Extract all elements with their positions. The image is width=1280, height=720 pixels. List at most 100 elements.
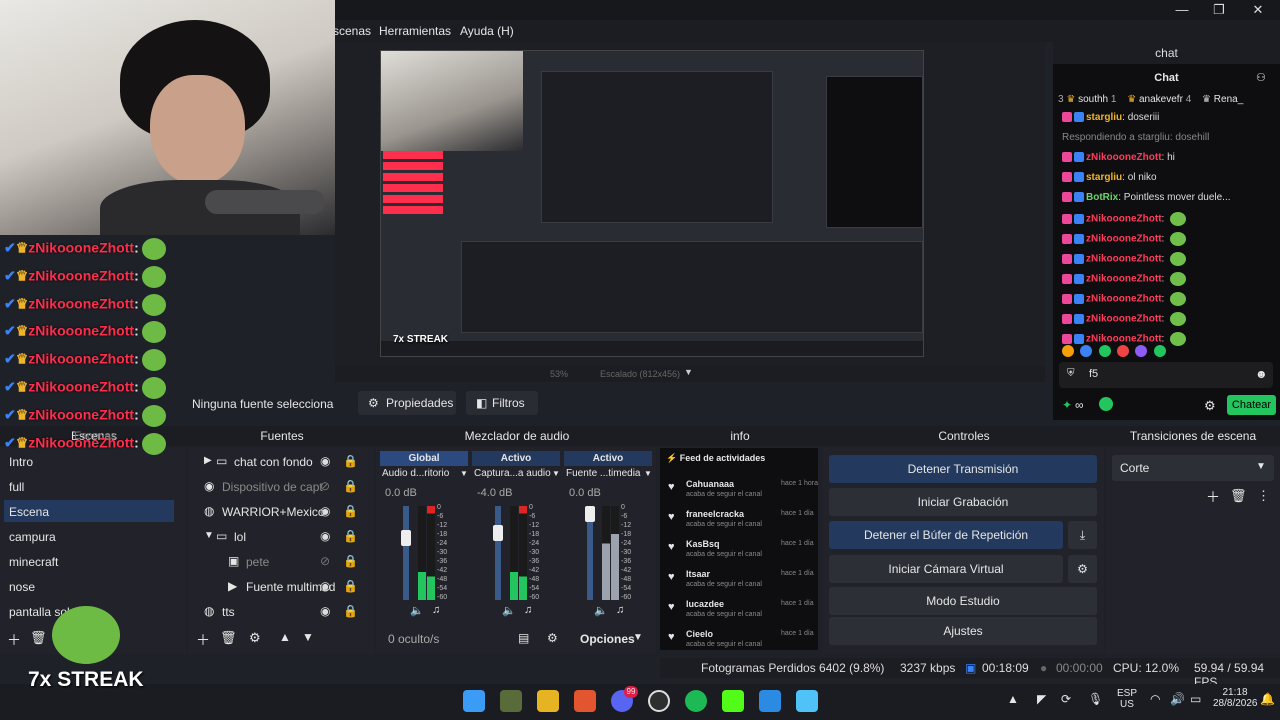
refresh-icon[interactable]: ⟳ — [1061, 692, 1071, 706]
start-record-button[interactable]: Iniciar Grabación — [829, 488, 1097, 516]
add-scene-button[interactable]: ＋ — [7, 630, 21, 650]
clock[interactable]: 21:18 28/8/2026 — [1213, 687, 1258, 709]
speaker-icon[interactable]: 🔈 — [502, 604, 516, 617]
lock-icon[interactable]: 🔒 — [343, 529, 358, 543]
source-item[interactable]: ◉ Dispositivo de capt ⊘ 🔒 — [196, 478, 361, 500]
mixer-channel-name[interactable]: Fuente ...timedia — [566, 468, 640, 479]
maximize-button[interactable]: ❐ — [1209, 2, 1229, 18]
microphone-icon[interactable]: 🎙 — [1088, 692, 1103, 706]
studio-mode-button[interactable]: Modo Estudio — [829, 587, 1097, 615]
expand-icon[interactable]: ▶ — [204, 455, 212, 466]
windows-start-icon[interactable] — [463, 690, 485, 712]
app-icon[interactable] — [759, 690, 781, 712]
volume-icon[interactable]: 🔊 — [1170, 692, 1185, 706]
lock-icon[interactable]: 🔒 — [343, 454, 358, 468]
settings-gear-icon[interactable]: ⚙ — [1204, 398, 1216, 414]
stop-replay-buffer-button[interactable]: Detener el Búfer de Repetición — [829, 521, 1063, 549]
volume-slider-handle[interactable] — [585, 506, 595, 522]
visibility-icon[interactable]: ◉ — [320, 604, 330, 618]
spotify-icon[interactable] — [685, 690, 707, 712]
visibility-icon[interactable]: ◉ — [320, 529, 330, 543]
delete-transition-icon[interactable]: 🗑 — [1230, 488, 1247, 504]
mixer-layout-icon[interactable]: ▤ — [518, 631, 529, 645]
speaker-icon[interactable]: 🔈 — [410, 604, 424, 617]
chat-send-button[interactable]: Chatear — [1227, 395, 1276, 415]
more-options-icon[interactable]: ⋮ — [1257, 488, 1270, 504]
speaker-icon[interactable]: 🔈 — [594, 604, 608, 617]
obs-icon[interactable] — [648, 690, 670, 712]
lock-icon[interactable]: 🔒 — [343, 479, 358, 493]
source-item[interactable]: ▣ pete ⊘ 🔒 — [196, 553, 361, 575]
move-up-icon[interactable]: ▲ — [279, 630, 291, 644]
visibility-icon[interactable]: ◉ — [320, 579, 330, 593]
source-item[interactable]: ▶ ▭ chat con fondo ◉ 🔒 — [196, 453, 361, 475]
headphones-icon[interactable]: ♫ — [616, 604, 624, 616]
properties-button[interactable]: ⚙ Propiedades — [358, 391, 456, 415]
save-replay-icon[interactable]: ⤓ — [1068, 521, 1097, 549]
tray-chevron-up-icon[interactable]: ▲ — [1007, 692, 1019, 706]
prediction-icon[interactable] — [1099, 397, 1113, 411]
language-indicator[interactable]: ESP US — [1117, 688, 1137, 710]
mixer-channel-name[interactable]: Captura...a audio — [474, 468, 551, 479]
filters-button[interactable]: ◧ Filtros — [466, 391, 538, 415]
source-item[interactable]: ◍ WARRIOR+Mexico ◉ 🔒 — [196, 503, 361, 525]
mixer-channel-name[interactable]: Audio d...ritorio — [382, 468, 449, 479]
users-icon[interactable]: ⚇ — [1256, 71, 1266, 84]
stream-preview[interactable]: 7x STREAK — [380, 50, 924, 357]
delete-scene-icon[interactable]: 🗑 — [30, 630, 47, 646]
app-icon[interactable] — [796, 690, 818, 712]
volume-slider-track[interactable] — [403, 506, 409, 600]
wifi-icon[interactable]: ◠ — [1150, 692, 1160, 706]
lock-icon[interactable]: 🔒 — [343, 604, 358, 618]
points-icon[interactable]: ✦ — [1062, 398, 1072, 412]
virtual-camera-settings-icon[interactable]: ⚙ — [1068, 555, 1097, 583]
settings-button[interactable]: Ajustes — [829, 617, 1097, 645]
menu-help[interactable]: Ayuda (H) — [460, 24, 514, 38]
volume-slider-handle[interactable] — [401, 529, 411, 546]
chat-input[interactable]: ⛨ f5 ☻ — [1059, 362, 1273, 388]
delete-source-icon[interactable]: 🗑 — [220, 630, 237, 646]
scene-item[interactable]: nose — [9, 580, 35, 594]
close-button[interactable]: ✕ — [1248, 2, 1268, 18]
menu-scenes[interactable]: scenas — [333, 24, 371, 38]
start-virtual-camera-button[interactable]: Iniciar Cámara Virtual — [829, 555, 1063, 583]
menu-tools[interactable]: Herramientas — [379, 24, 451, 38]
mixer-tab[interactable]: Activo — [472, 451, 560, 466]
source-item[interactable]: ▶ Fuente multimed ◉ 🔒 — [196, 578, 361, 600]
mixer-advanced-icon[interactable]: ⚙ — [547, 631, 558, 645]
visibility-icon[interactable]: ⊘ — [320, 554, 330, 568]
add-source-button[interactable]: ＋ — [196, 630, 210, 650]
lock-icon[interactable]: 🔒 — [343, 504, 358, 518]
lock-icon[interactable]: 🔒 — [343, 554, 358, 568]
minimize-button[interactable]: — — [1172, 2, 1192, 17]
volume-slider-handle[interactable] — [493, 524, 503, 541]
source-item[interactable]: ▼ ▭ lol ◉ 🔒 — [196, 528, 361, 550]
scene-item[interactable]: Escena — [9, 505, 49, 519]
notification-bell-icon[interactable]: 🔔 — [1260, 692, 1275, 706]
visibility-icon[interactable]: ◉ — [320, 454, 330, 468]
scene-item[interactable]: full — [9, 480, 24, 494]
expand-icon[interactable]: ▼ — [204, 530, 214, 541]
lock-icon[interactable]: 🔒 — [343, 579, 358, 593]
battery-icon[interactable]: ▭ — [1190, 692, 1201, 706]
emoji-icon[interactable]: ☻ — [1255, 367, 1268, 381]
tray-app-icon[interactable]: ◤ — [1037, 692, 1046, 706]
scene-item[interactable]: Intro — [9, 455, 33, 469]
mixer-tab[interactable]: Activo — [564, 451, 652, 466]
scale-dropdown-icon[interactable]: ▼ — [684, 367, 693, 377]
mixer-tab[interactable]: Global — [380, 451, 468, 466]
transition-select[interactable]: Corte ▼ — [1112, 455, 1274, 481]
minecraft-icon[interactable] — [500, 690, 522, 712]
kick-icon[interactable] — [722, 690, 744, 712]
move-down-icon[interactable]: ▼ — [302, 630, 314, 644]
source-item[interactable]: ◍ tts ◉ 🔒 — [196, 603, 361, 625]
stop-stream-button[interactable]: Detener Transmisión — [829, 455, 1097, 483]
headphones-icon[interactable]: ♫ — [432, 604, 440, 616]
scene-item[interactable]: campura — [9, 530, 56, 544]
visibility-icon[interactable]: ◉ — [320, 504, 330, 518]
folder-icon[interactable] — [537, 690, 559, 712]
scene-item[interactable]: minecraft — [9, 555, 58, 569]
mixer-options-button[interactable]: Opciones — [580, 632, 635, 646]
add-transition-button[interactable]: ＋ — [1206, 487, 1220, 507]
volume-slider-track[interactable] — [495, 506, 501, 600]
